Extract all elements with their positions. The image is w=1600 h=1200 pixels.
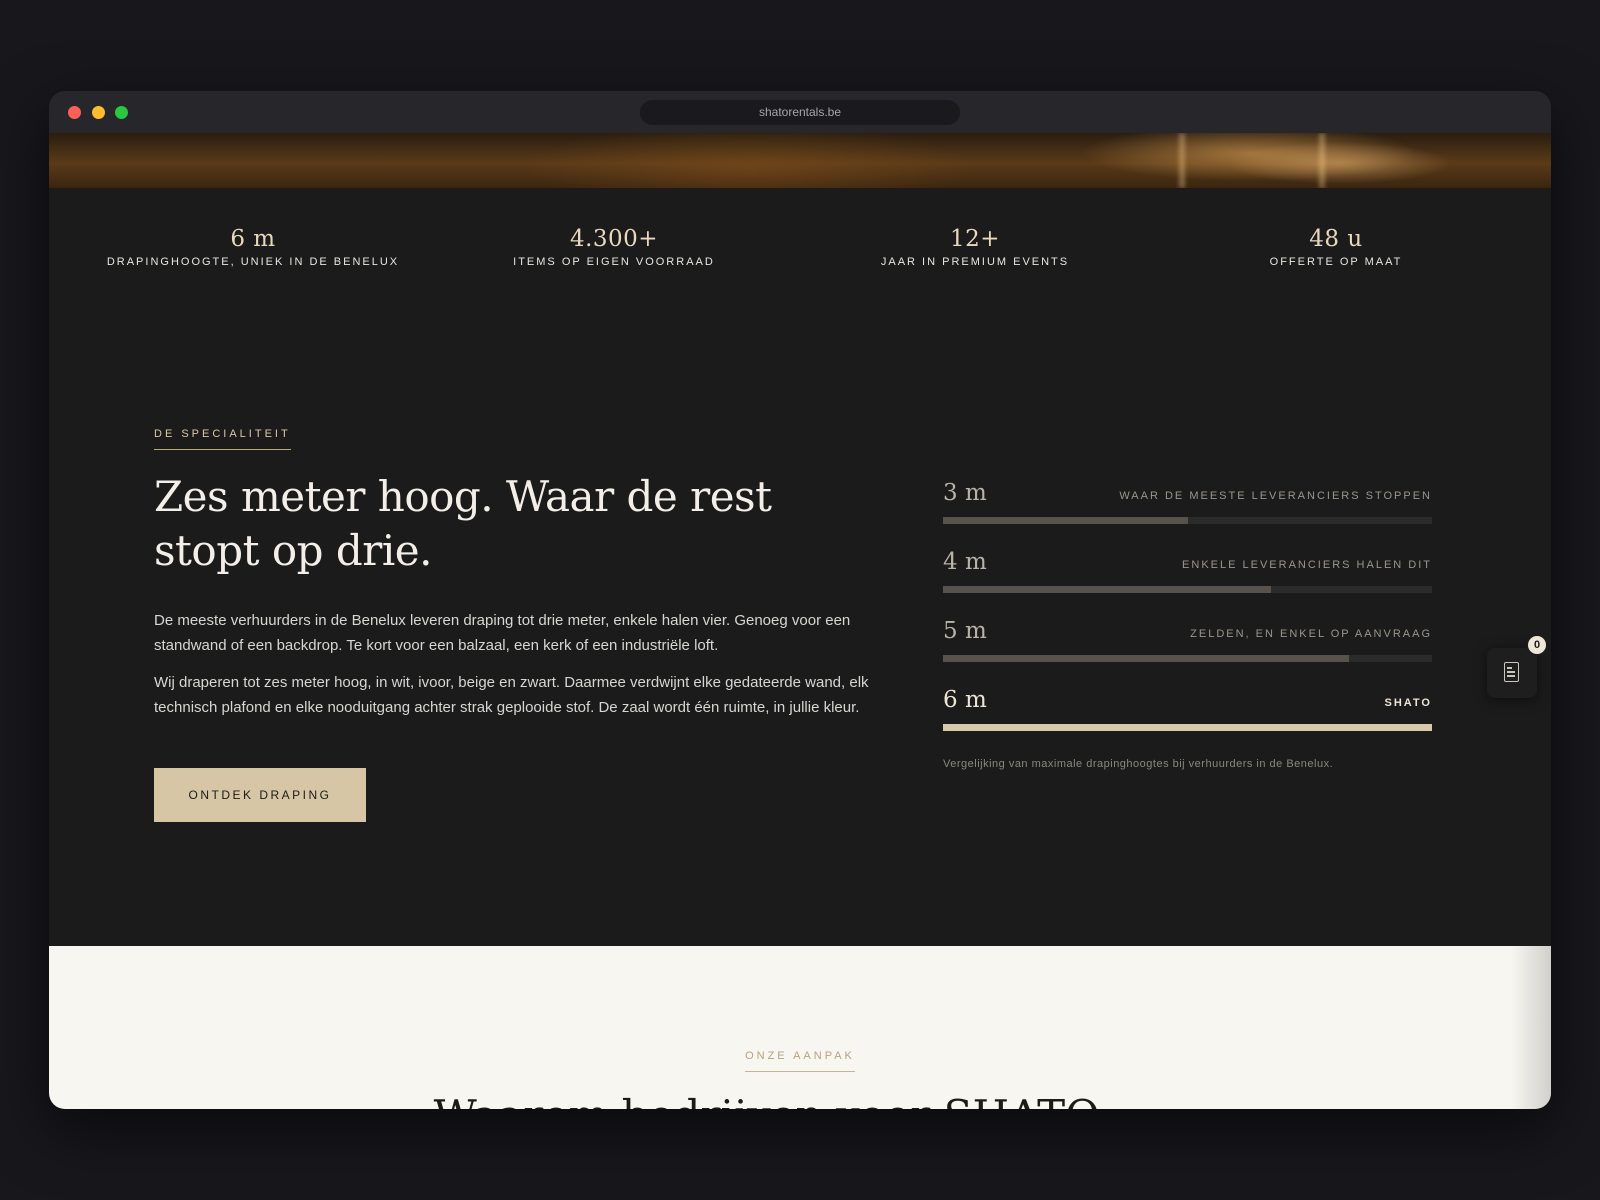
- comparison-bar-track: [943, 586, 1432, 593]
- intro-paragraph: De meeste verhuurders in de Benelux leve…: [154, 612, 851, 654]
- quote-count-badge: 0: [1526, 634, 1548, 656]
- stat-label: JAAR IN PREMIUM EVENTS: [880, 256, 1070, 268]
- comparison-row: 5 m ZELDEN, EN ENKEL OP AANVRAAG: [943, 616, 1432, 685]
- comparison-note: ENKELE LEVERANCIERS HALEN DIT: [1182, 559, 1432, 571]
- approach-heading: Waarom bedrijven voor SHATO ....: [49, 1091, 1551, 1109]
- document-icon: [1504, 662, 1519, 682]
- specialty-section: 6 m DRAPINGHOOGTE, UNIEK IN DE BENELUX 4…: [49, 188, 1551, 946]
- approach-eyebrow: ONZE AANPAK: [745, 1050, 855, 1072]
- comparison-row: 3 m WAAR DE MEESTE LEVERANCIERS STOPPEN: [943, 478, 1432, 547]
- comparison-bar-track: [943, 655, 1432, 662]
- stat-quote-time: 48 u OFFERTE OP MAAT: [1166, 224, 1506, 268]
- comparison-bar-track: [943, 517, 1432, 524]
- quote-list-button[interactable]: [1487, 648, 1537, 698]
- address-bar[interactable]: shatorentals.be: [640, 100, 960, 125]
- stat-value: 4.300+: [569, 226, 659, 252]
- stat-label: OFFERTE OP MAAT: [1269, 256, 1403, 268]
- discover-draping-button[interactable]: ONTDEK DRAPING: [154, 768, 366, 822]
- comparison-bar-fill: [943, 724, 1432, 731]
- stat-value: 48 u: [1309, 226, 1363, 252]
- browser-titlebar: shatorentals.be: [49, 91, 1551, 133]
- stat-label: ITEMS OP EIGEN VOORRAAD: [513, 256, 715, 268]
- stat-value: 6 m: [230, 226, 276, 252]
- comparison-value: 3 m: [943, 480, 987, 506]
- stat-value: 12+: [949, 226, 1001, 252]
- comparison-bar-fill: [943, 586, 1271, 593]
- minimize-window-icon[interactable]: [92, 106, 105, 119]
- comparison-bar-fill: [943, 655, 1349, 662]
- height-comparison: 3 m WAAR DE MEESTE LEVERANCIERS STOPPEN 4 …: [943, 478, 1432, 754]
- comparison-note: ZELDEN, EN ENKEL OP AANVRAAG: [1190, 628, 1432, 640]
- comparison-value: 6 m: [943, 687, 987, 713]
- comparison-caption: Vergelijking van maximale drapinghoogtes…: [943, 758, 1334, 770]
- page-viewport: 6 m DRAPINGHOOGTE, UNIEK IN DE BENELUX 4…: [49, 133, 1551, 1109]
- comparison-note: WAAR DE MEESTE LEVERANCIERS STOPPEN: [1119, 490, 1432, 502]
- comparison-value: 5 m: [943, 618, 987, 644]
- hero-image: [49, 133, 1551, 188]
- section-headline: Zes meter hoog. Waar de rest stopt op dr…: [154, 472, 772, 575]
- approach-section: ONZE AANPAK Waarom bedrijven voor SHATO …: [49, 946, 1551, 1109]
- detail-paragraph: Wij draperen tot zes meter hoog, in wit,…: [154, 674, 869, 716]
- stat-draping-height: 6 m DRAPINGHOOGTE, UNIEK IN DE BENELUX: [83, 224, 423, 268]
- stat-years: 12+ JAAR IN PREMIUM EVENTS: [805, 224, 1145, 268]
- close-window-icon[interactable]: [68, 106, 81, 119]
- comparison-bar-track: [943, 724, 1432, 731]
- browser-window: shatorentals.be 6 m DRAPINGHOOGTE, UNIEK…: [49, 91, 1551, 1109]
- stat-label: DRAPINGHOOGTE, UNIEK IN DE BENELUX: [106, 256, 400, 268]
- section-eyebrow: DE SPECIALITEIT: [154, 428, 291, 450]
- comparison-value: 4 m: [943, 549, 987, 575]
- comparison-note: SHATO: [1384, 697, 1432, 709]
- comparison-row: 6 m SHATO: [943, 685, 1432, 754]
- maximize-window-icon[interactable]: [115, 106, 128, 119]
- comparison-row: 4 m ENKELE LEVERANCIERS HALEN DIT: [943, 547, 1432, 616]
- stat-items: 4.300+ ITEMS OP EIGEN VOORRAAD: [444, 224, 784, 268]
- comparison-bar-fill: [943, 517, 1188, 524]
